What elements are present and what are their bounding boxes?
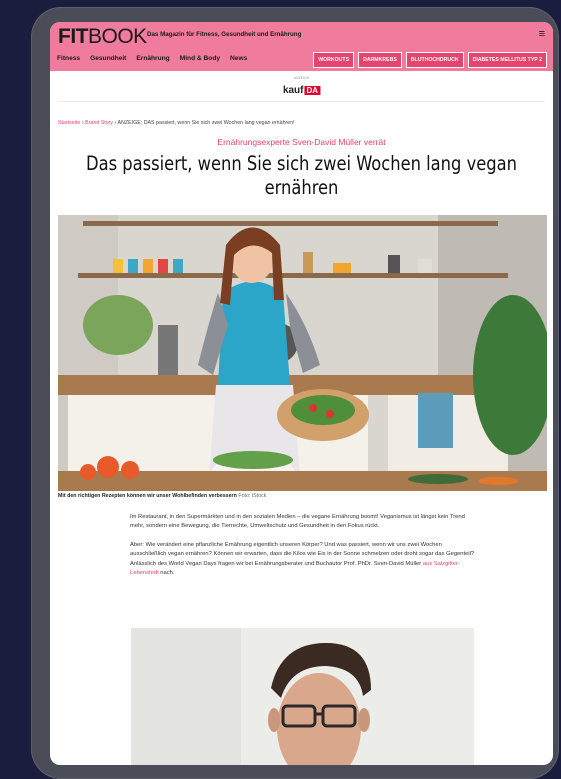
portrait-image	[131, 628, 474, 765]
pill-darmkrebs[interactable]: DARMKREBS	[358, 52, 402, 68]
breadcrumb-current: ANZEIGE: DAS passiert, wenn Sie sich zwe…	[117, 120, 295, 126]
site-logo[interactable]: FITBOOK	[58, 25, 147, 49]
nav-item-news[interactable]: News	[230, 55, 247, 62]
site-header: FITBOOK Das Magazin für Fitness, Gesundh…	[50, 22, 553, 71]
breadcrumb-home[interactable]: Startseite	[58, 120, 80, 126]
article-headline: Das passiert, wenn Sie sich zwei Wochen …	[86, 152, 517, 199]
paragraph: Aber: Wie verändert eine pflanzliche Ern…	[130, 541, 475, 577]
pill-bluthochdruck[interactable]: BLUTHOCHDRUCK	[405, 52, 464, 68]
sponsor-banner[interactable]: ANZEIGE kauf DA	[58, 71, 545, 102]
browser-viewport[interactable]: FITBOOK Das Magazin für Fitness, Gesundh…	[50, 22, 553, 765]
sponsor-logo[interactable]: kauf DA	[283, 85, 321, 96]
hamburger-menu-icon[interactable]: ≡	[539, 28, 545, 40]
article-kicker: Ernährungsexperte Sven-David Müller verr…	[217, 137, 386, 147]
hero-image	[58, 215, 547, 491]
image-caption: Mit den richtigen Rezepten können wir un…	[58, 493, 266, 499]
article-body: Im Restaurant, in den Supermärkten und i…	[130, 513, 475, 587]
site-tagline: Das Magazin für Fitness, Gesundheit und …	[147, 31, 302, 38]
nav-item-mind-body[interactable]: Mind & Body	[180, 55, 220, 62]
main-nav: Fitness Gesundheit Ernährung Mind & Body…	[57, 55, 247, 62]
paragraph: Im Restaurant, in den Supermärkten und i…	[130, 514, 465, 530]
nav-item-fitness[interactable]: Fitness	[57, 55, 80, 62]
caption-source: Foto: iStock	[238, 493, 267, 499]
nav-item-ernaehrung[interactable]: Ernährung	[136, 55, 169, 62]
topic-pills: WORKOUTS DARMKREBS BLUTHOCHDRUCK DIABETE…	[313, 52, 547, 68]
breadcrumb: Startseite › Brand Story › ANZEIGE: DAS …	[58, 120, 295, 126]
pill-workouts[interactable]: WORKOUTS	[313, 52, 355, 68]
pill-diabetes[interactable]: DIABETES MELLITUS TYP 2	[467, 52, 547, 68]
breadcrumb-section[interactable]: Brand Story	[85, 120, 113, 126]
caption-text: Mit den richtigen Rezepten können wir un…	[58, 493, 237, 499]
ad-label: ANZEIGE	[293, 76, 310, 80]
nav-item-gesundheit[interactable]: Gesundheit	[90, 55, 126, 62]
